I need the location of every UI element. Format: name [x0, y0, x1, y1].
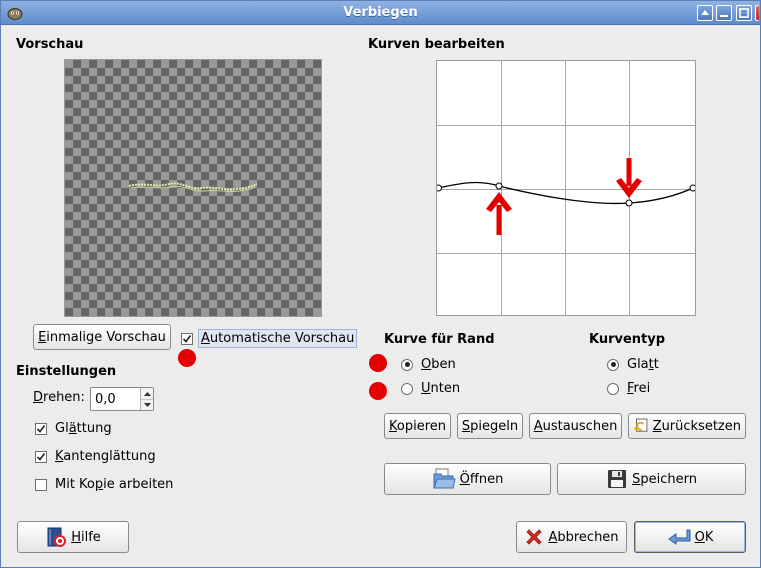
curve-bend-dialog: Verbiegen Vorschau Einmalige Vorschau Au… [0, 0, 761, 568]
rotate-input[interactable] [93, 390, 139, 408]
copy-button-label: Kopieren [389, 418, 447, 434]
ok-button[interactable]: OK [634, 521, 746, 553]
curve-graph[interactable] [437, 61, 695, 315]
save-button[interactable]: Speichern [557, 463, 746, 495]
antialias-label: Kantenglättung [55, 449, 156, 464]
work-on-copy-checkbox[interactable] [35, 478, 47, 491]
annotation-red-dot [369, 382, 387, 400]
window-title: Verbiegen [343, 5, 418, 20]
curve-type-section-title: Kurventyp [589, 332, 666, 347]
preview-once-label: Einmalige Vorschau [38, 329, 166, 345]
edge-top-radio[interactable] [401, 358, 413, 371]
swap-button[interactable]: Austauschen [529, 413, 622, 439]
type-free-label: Frei [627, 381, 651, 396]
work-on-copy-label: Mit Kopie arbeiten [55, 477, 174, 492]
radio-selected-dot [610, 362, 616, 367]
rotate-spinbutton[interactable] [90, 387, 154, 411]
preview-once-button[interactable]: Einmalige Vorschau [33, 324, 171, 350]
annotation-red-dot [369, 354, 387, 372]
edge-top-radio-row[interactable]: Oben [401, 357, 456, 372]
auto-preview-label: Automatische Vorschau [198, 329, 358, 348]
maximize-icon [739, 8, 749, 18]
rotate-down-arrow[interactable] [141, 399, 153, 410]
minimize-icon [720, 15, 728, 17]
type-free-radio-row[interactable]: Frei [607, 381, 650, 396]
reset-button-label: Zurücksetzen [652, 418, 741, 434]
open-button-label: Öffnen [459, 471, 504, 487]
mirror-button[interactable]: Spiegeln [457, 413, 523, 439]
cancel-x-icon [526, 529, 543, 545]
checkmark-icon [36, 452, 46, 461]
antialias-checkbox[interactable] [35, 450, 47, 463]
cancel-button[interactable]: Abbrechen [516, 521, 627, 553]
save-button-label: Speichern [632, 471, 697, 487]
annotation-arrow-down [616, 158, 642, 198]
help-book-icon [47, 527, 67, 547]
floppy-disk-icon [608, 470, 627, 488]
close-button[interactable] [755, 5, 759, 21]
curves-section-title: Kurven bearbeiten [368, 37, 505, 52]
edge-top-label: Oben [421, 357, 456, 372]
curve-handle-1[interactable] [495, 182, 503, 190]
rotate-up-arrow[interactable] [141, 388, 153, 399]
type-smooth-label: Glatt [627, 357, 659, 372]
help-button[interactable]: Hilfe [17, 521, 129, 553]
curve-handle-left[interactable] [437, 184, 442, 192]
folder-open-icon [432, 468, 456, 489]
open-button[interactable]: Öffnen [384, 463, 551, 495]
smoothing-checkbox[interactable] [35, 422, 47, 435]
curve-grid [437, 61, 695, 315]
curve-editor[interactable] [436, 60, 696, 316]
cancel-button-label: Abbrechen [548, 529, 619, 545]
preview-stroke [128, 182, 258, 193]
edge-bottom-radio[interactable] [401, 382, 413, 395]
auto-preview-checkbox-row[interactable]: Automatische Vorschau [181, 329, 358, 348]
preview-canvas [64, 59, 322, 317]
checkmark-icon [36, 424, 46, 433]
curve-handle-2[interactable] [625, 199, 633, 207]
annotation-arrow-up [486, 192, 512, 235]
maximize-up-button[interactable] [697, 5, 713, 21]
smoothing-label: Glättung [55, 421, 112, 436]
settings-section-title: Einstellungen [16, 364, 117, 379]
help-button-label: Hilfe [71, 529, 101, 545]
edge-bottom-radio-row[interactable]: Unten [401, 381, 460, 396]
arrow-up-icon [701, 10, 709, 15]
chevron-up-icon [143, 391, 151, 396]
copy-button[interactable]: Kopieren [384, 413, 451, 439]
type-smooth-radio-row[interactable]: Glatt [607, 357, 659, 372]
radio-selected-dot [404, 362, 410, 367]
auto-preview-checkbox[interactable] [181, 332, 193, 345]
enter-arrow-icon [667, 529, 691, 545]
checkmark-icon [182, 334, 192, 343]
minimize-button[interactable] [716, 5, 732, 21]
reset-icon [633, 418, 648, 432]
chevron-down-icon [143, 403, 151, 407]
swap-button-label: Austauschen [533, 418, 618, 434]
type-free-radio[interactable] [607, 382, 619, 395]
edge-section-title: Kurve für Rand [384, 332, 495, 347]
mirror-button-label: Spiegeln [461, 418, 519, 434]
type-smooth-radio[interactable] [607, 358, 619, 371]
smoothing-checkbox-row[interactable]: Glättung [35, 421, 112, 436]
title-bar[interactable]: Verbiegen [1, 1, 760, 25]
edge-bottom-label: Unten [421, 381, 461, 396]
curve-handle-right[interactable] [689, 184, 695, 192]
rotate-label: Drehen: [33, 390, 85, 405]
reset-button[interactable]: Zurücksetzen [628, 413, 746, 439]
annotation-red-dot [178, 349, 196, 367]
ok-button-label: OK [694, 529, 714, 545]
maximize-button[interactable] [736, 5, 752, 21]
work-on-copy-checkbox-row[interactable]: Mit Kopie arbeiten [35, 477, 173, 492]
antialias-checkbox-row[interactable]: Kantenglättung [35, 449, 156, 464]
preview-section-title: Vorschau [16, 37, 84, 52]
rotate-stepper[interactable] [140, 388, 153, 410]
